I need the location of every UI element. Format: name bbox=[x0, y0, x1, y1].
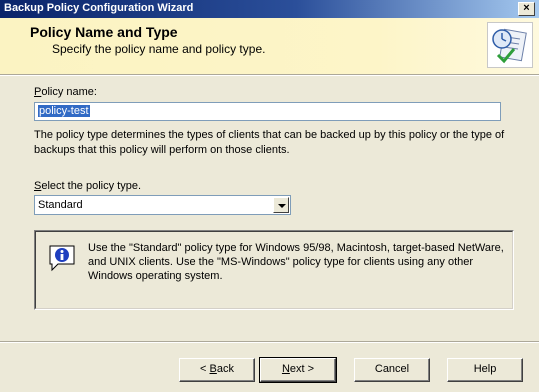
wizard-header: Policy Name and Type Specify the policy … bbox=[0, 18, 539, 74]
policy-type-value: Standard bbox=[38, 199, 83, 211]
chevron-down-icon[interactable] bbox=[273, 197, 289, 213]
help-button[interactable]: Help bbox=[447, 358, 523, 382]
page-title: Policy Name and Type bbox=[30, 24, 178, 40]
next-button[interactable]: Next > bbox=[259, 357, 337, 383]
policy-name-value: policy-test bbox=[38, 105, 90, 117]
page-subtitle: Specify the policy name and policy type. bbox=[52, 42, 266, 56]
cancel-button[interactable]: Cancel bbox=[354, 358, 430, 382]
back-button[interactable]: < Back bbox=[179, 358, 255, 382]
footer-divider bbox=[0, 341, 539, 343]
info-text: Use the "Standard" policy type for Windo… bbox=[88, 242, 504, 282]
policy-type-label: Select the policy type. bbox=[34, 180, 142, 192]
policy-type-description: The policy type determines the types of … bbox=[34, 129, 505, 156]
policy-name-label: Policy name: bbox=[34, 86, 97, 98]
title-bar: Backup Policy Configuration Wizard × bbox=[0, 0, 539, 18]
policy-type-select[interactable]: Standard bbox=[34, 195, 291, 215]
window-title: Backup Policy Configuration Wizard bbox=[4, 2, 194, 14]
wizard-backup-icon bbox=[487, 22, 533, 68]
info-box: Use the "Standard" policy type for Windo… bbox=[34, 230, 514, 310]
info-icon bbox=[46, 242, 78, 274]
close-button[interactable]: × bbox=[518, 2, 535, 16]
policy-name-input[interactable]: policy-test bbox=[34, 102, 501, 121]
header-divider bbox=[0, 74, 539, 76]
